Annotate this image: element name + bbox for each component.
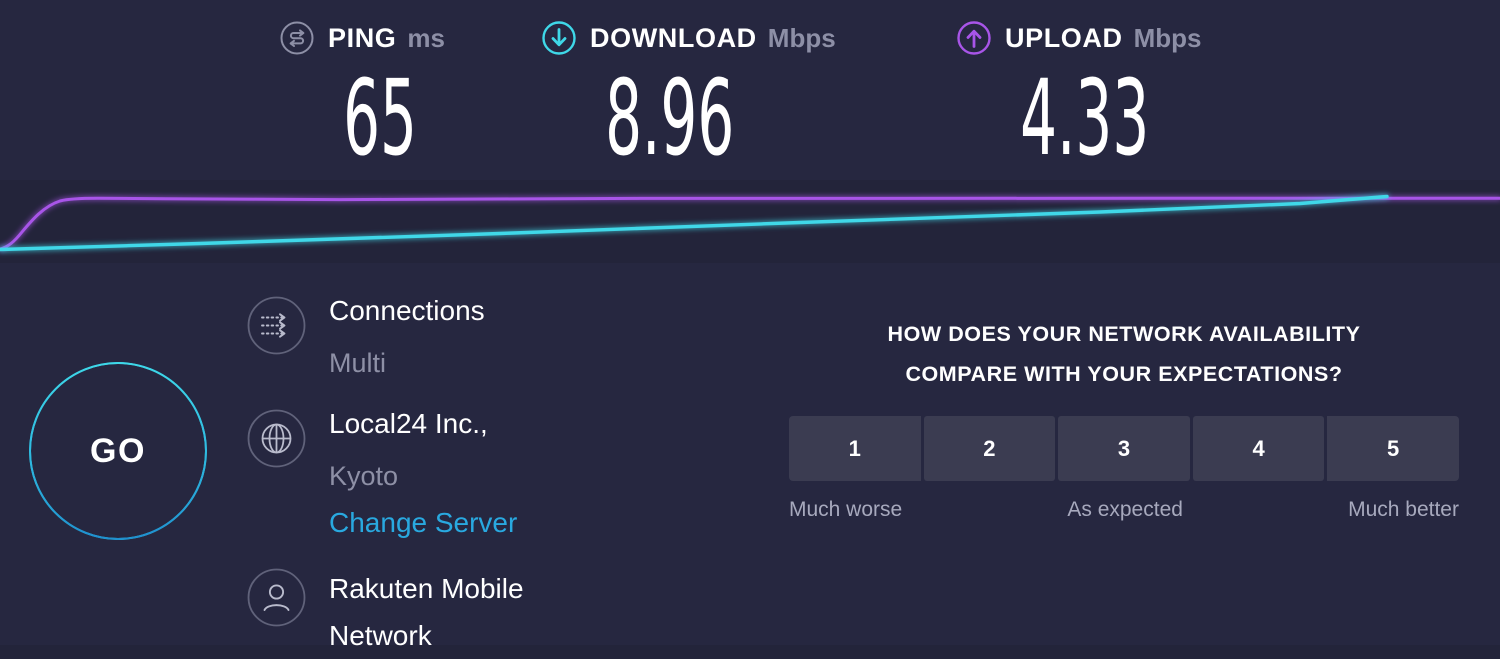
rating-button-3[interactable]: 3 [1058, 416, 1190, 481]
isp-name-line2: Network [329, 620, 432, 651]
rating-label-mid: As expected [1067, 498, 1183, 521]
server-name: Local24 Inc., [329, 408, 488, 439]
metric-ping-unit: ms [407, 22, 445, 53]
ping-icon [278, 19, 316, 57]
globe-icon [243, 405, 310, 472]
metric-download-unit: Mbps [767, 22, 836, 53]
metric-upload-label: UPLOAD [1005, 22, 1123, 53]
isp-name-line1: Rakuten Mobile [329, 573, 524, 604]
metric-ping: PING ms 65 [278, 0, 538, 170]
download-graph-line [0, 194, 1389, 252]
survey-widget: HOW DOES YOUR NETWORK AVAILABILITY COMPA… [789, 314, 1459, 522]
change-server-link[interactable]: Change Server [329, 505, 517, 541]
metric-upload: UPLOAD Mbps 4.33 [955, 0, 1315, 170]
server-text: Local24 Inc., Kyoto Change Server [329, 405, 517, 541]
metric-download-header: DOWNLOAD Mbps [540, 0, 940, 62]
metric-ping-header: PING ms [278, 0, 538, 62]
download-arrow-icon [540, 19, 578, 57]
metric-ping-value: 65 [343, 57, 417, 179]
metric-upload-header: UPLOAD Mbps [955, 0, 1315, 62]
connections-value: Multi [329, 348, 387, 378]
results-band: PING ms 65 DOWNLOAD Mbps 8.96 UPLOAD Mbp… [0, 0, 1500, 180]
metric-upload-value: 4.33 [1020, 57, 1150, 179]
survey-question-line2: COMPARE WITH YOUR EXPECTATIONS? [905, 362, 1343, 386]
connections-text: Connections Multi [329, 292, 485, 381]
survey-question-line1: HOW DOES YOUR NETWORK AVAILABILITY [887, 322, 1361, 346]
go-button-label: GO [90, 431, 146, 470]
rating-button-5[interactable]: 5 [1327, 416, 1459, 481]
rating-label-high: Much better [1348, 498, 1459, 521]
rating-scale-labels: Much worse As expected Much better [789, 498, 1459, 522]
rating-button-1[interactable]: 1 [789, 416, 921, 481]
survey-question: HOW DOES YOUR NETWORK AVAILABILITY COMPA… [789, 314, 1459, 394]
metric-download-value: 8.96 [605, 57, 735, 179]
go-button[interactable]: GO [29, 362, 207, 540]
rating-label-low: Much worse [789, 498, 903, 521]
rating-button-4[interactable]: 4 [1192, 416, 1325, 481]
metric-download: DOWNLOAD Mbps 8.96 [540, 0, 940, 170]
rating-button-2[interactable]: 2 [923, 416, 1056, 481]
server-row: Local24 Inc., Kyoto Change Server [243, 405, 517, 541]
upload-arrow-icon [955, 19, 993, 57]
connections-label: Connections [329, 295, 485, 326]
server-location: Kyoto [329, 461, 399, 491]
connections-icon [243, 292, 310, 359]
person-icon [243, 564, 310, 631]
connections-row: Connections Multi [243, 292, 485, 381]
rating-button-group: 1 2 3 4 5 [789, 416, 1459, 481]
metric-download-label: DOWNLOAD [590, 22, 757, 53]
speed-graph [0, 170, 1500, 265]
metric-ping-label: PING [328, 22, 397, 53]
metric-upload-unit: Mbps [1133, 22, 1202, 53]
